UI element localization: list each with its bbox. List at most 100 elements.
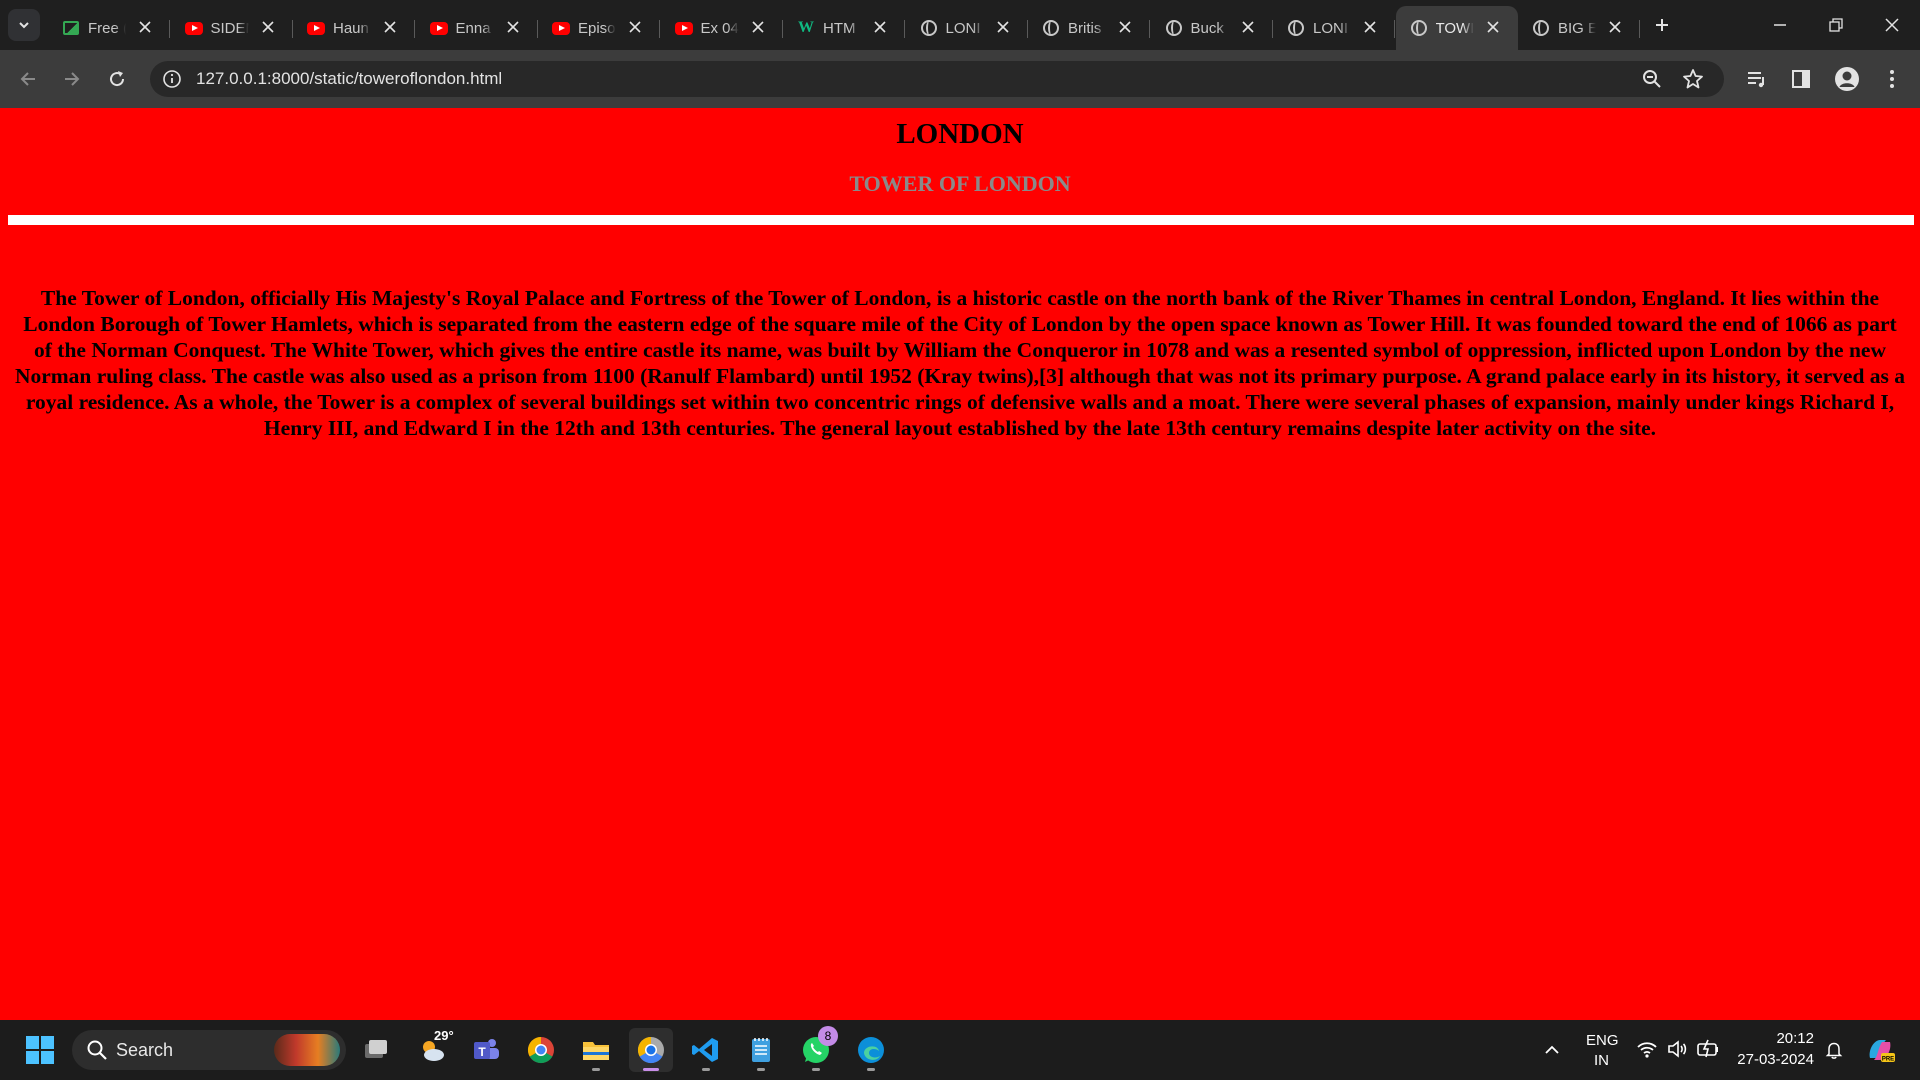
forward-button[interactable] bbox=[54, 61, 90, 97]
media-control-icon[interactable] bbox=[1743, 65, 1771, 93]
browser-tab[interactable]: Britis bbox=[1028, 6, 1150, 50]
running-indicator bbox=[592, 1068, 600, 1071]
tab-close-icon[interactable] bbox=[994, 18, 1012, 36]
tab-title: HTM bbox=[823, 19, 856, 37]
task-view-button[interactable] bbox=[354, 1028, 398, 1072]
profile-avatar-icon[interactable] bbox=[1833, 65, 1861, 93]
chrome-app[interactable] bbox=[519, 1028, 563, 1072]
tab-title: TOWI bbox=[1435, 19, 1474, 37]
tab-close-icon[interactable] bbox=[749, 18, 767, 36]
running-indicator bbox=[867, 1068, 875, 1071]
restore-button[interactable] bbox=[1808, 0, 1864, 50]
tab-close-icon[interactable] bbox=[1116, 18, 1134, 36]
youtube-icon bbox=[552, 19, 570, 37]
edge-app[interactable] bbox=[849, 1028, 893, 1072]
browser-tab[interactable]: Ex 04 bbox=[661, 6, 783, 50]
new-tab-button[interactable] bbox=[1644, 7, 1680, 43]
show-hidden-icons-button[interactable] bbox=[1530, 1028, 1574, 1072]
tab-title: Episo bbox=[578, 19, 616, 37]
youtube-icon bbox=[674, 19, 693, 37]
close-icon bbox=[1885, 18, 1899, 32]
browser-tab[interactable]: BIG E bbox=[1518, 6, 1640, 50]
browser-tab[interactable]: Enna bbox=[416, 6, 538, 50]
tab-close-icon[interactable] bbox=[1239, 18, 1257, 36]
browser-tab[interactable]: TOWI bbox=[1395, 6, 1518, 50]
browser-tab[interactable]: Episo bbox=[538, 6, 660, 50]
taskbar-search[interactable]: Search bbox=[72, 1030, 346, 1070]
address-bar[interactable]: 127.0.0.1:8000/static/toweroflondon.html bbox=[150, 61, 1724, 97]
active-indicator bbox=[643, 1068, 659, 1071]
globe-icon bbox=[920, 19, 938, 37]
tab-search-button[interactable] bbox=[8, 9, 40, 41]
running-indicator bbox=[702, 1068, 710, 1071]
clock[interactable]: 20:12 27-03-2024 bbox=[1732, 1030, 1822, 1072]
tab-title: LONI bbox=[1313, 19, 1349, 37]
bookmark-star-icon[interactable] bbox=[1681, 67, 1705, 91]
tab-close-icon[interactable] bbox=[504, 18, 522, 36]
youtube-icon bbox=[429, 19, 448, 37]
tab-title: Ex 04 bbox=[700, 19, 739, 37]
tab-title: LONI bbox=[945, 19, 981, 37]
tab-close-icon[interactable] bbox=[1361, 18, 1379, 36]
notifications-button[interactable] bbox=[1812, 1028, 1856, 1072]
tab-close-icon[interactable] bbox=[259, 18, 277, 36]
tab-close-icon[interactable] bbox=[136, 18, 154, 36]
browser-tab[interactable]: Haun bbox=[293, 6, 415, 50]
tab-title: BIG E bbox=[1558, 19, 1596, 37]
notepad-icon bbox=[752, 1038, 770, 1062]
menu-kebab-icon[interactable] bbox=[1878, 65, 1906, 93]
language-code: ENG bbox=[1586, 1032, 1619, 1049]
back-button[interactable] bbox=[10, 61, 46, 97]
url-text[interactable]: 127.0.0.1:8000/static/toweroflondon.html bbox=[196, 69, 502, 89]
windows-logo-icon bbox=[26, 1036, 54, 1064]
vscode-app[interactable] bbox=[684, 1028, 728, 1072]
teams-app[interactable]: T bbox=[464, 1028, 508, 1072]
browser-tab[interactable]: Buck bbox=[1151, 6, 1273, 50]
tab-close-icon[interactable] bbox=[626, 18, 644, 36]
running-indicator bbox=[812, 1068, 820, 1071]
copilot-button[interactable]: PRE bbox=[1858, 1028, 1902, 1072]
search-label: Search bbox=[116, 1039, 174, 1060]
globe-icon bbox=[1042, 19, 1060, 37]
image-icon bbox=[62, 19, 80, 37]
horizontal-rule bbox=[8, 215, 1914, 225]
minimize-button[interactable] bbox=[1752, 0, 1808, 50]
network-volume-battery[interactable] bbox=[1632, 1036, 1722, 1066]
site-info-icon[interactable] bbox=[162, 69, 182, 89]
tab-close-icon[interactable] bbox=[871, 18, 889, 36]
tab-close-icon[interactable] bbox=[1484, 18, 1502, 36]
browser-tab[interactable]: W HTM bbox=[783, 6, 905, 50]
language-indicator[interactable]: ENG IN bbox=[1576, 1032, 1628, 1072]
web-page: LONDON TOWER OF LONDON The Tower of Lond… bbox=[0, 108, 1920, 1020]
weather-temperature: 29° bbox=[434, 1028, 454, 1043]
notepad-app[interactable] bbox=[739, 1028, 783, 1072]
tab-close-icon[interactable] bbox=[381, 18, 399, 36]
window-controls bbox=[1752, 0, 1920, 50]
browser-tab[interactable]: SIDEM bbox=[171, 6, 293, 50]
copilot-icon: PRE bbox=[1869, 1040, 1895, 1063]
whatsapp-app[interactable]: 8 bbox=[794, 1026, 838, 1072]
bell-icon bbox=[1825, 1042, 1843, 1059]
browser-tab[interactable]: Free ( bbox=[48, 6, 170, 50]
svg-text:PRE: PRE bbox=[1882, 1057, 1894, 1063]
volume-icon bbox=[1668, 1040, 1687, 1058]
youtube-icon bbox=[184, 19, 203, 37]
zoom-icon[interactable] bbox=[1640, 67, 1664, 91]
tab-separator bbox=[1639, 20, 1640, 38]
side-panel-icon[interactable] bbox=[1787, 65, 1815, 93]
w3schools-icon: W bbox=[798, 19, 814, 36]
start-button[interactable] bbox=[18, 1028, 62, 1072]
windows-taskbar: Search 29° T 8 ENG IN 20:12 27-03-2024 P… bbox=[0, 1020, 1920, 1080]
browser-tab[interactable]: LONI bbox=[906, 6, 1028, 50]
chrome-dev-app[interactable] bbox=[629, 1028, 673, 1072]
weather-widget[interactable]: 29° bbox=[410, 1028, 454, 1072]
reload-button[interactable] bbox=[99, 61, 135, 97]
search-highlight-image bbox=[274, 1034, 340, 1066]
tab-title: Enna bbox=[455, 19, 491, 37]
close-window-button[interactable] bbox=[1864, 0, 1920, 50]
browser-tab[interactable]: LONI bbox=[1273, 6, 1395, 50]
edge-icon bbox=[858, 1037, 884, 1063]
file-explorer-app[interactable] bbox=[574, 1028, 618, 1072]
notification-badge: 8 bbox=[818, 1026, 838, 1046]
tab-close-icon[interactable] bbox=[1606, 18, 1624, 36]
